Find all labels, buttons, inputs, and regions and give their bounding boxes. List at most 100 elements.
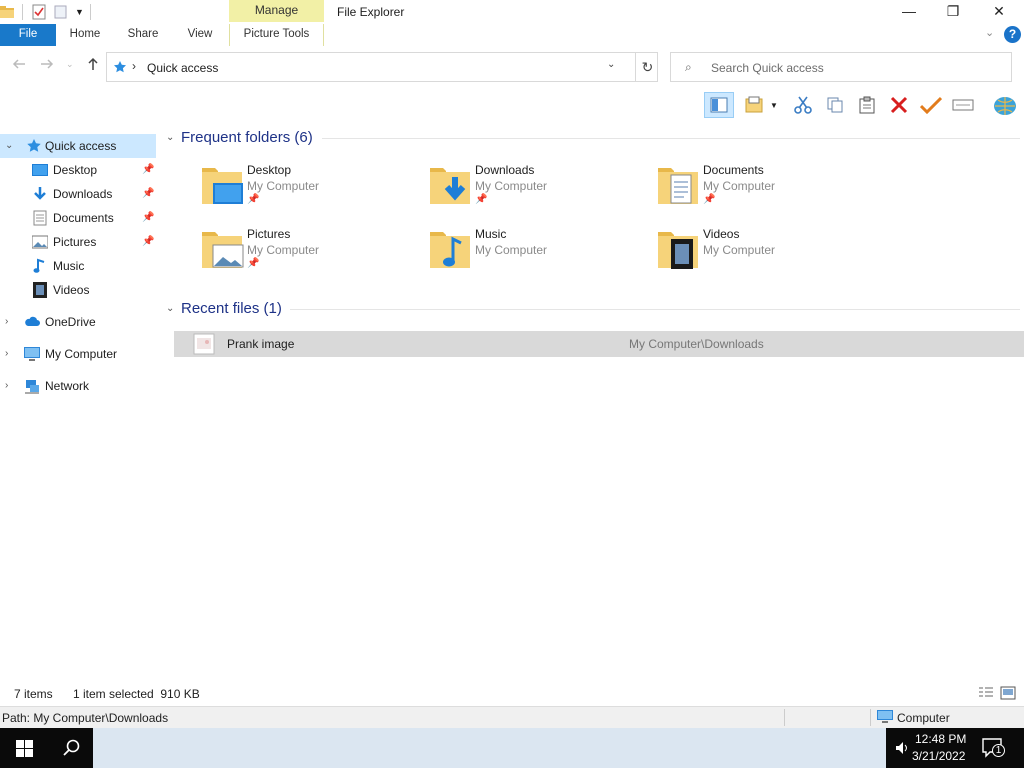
folder-location: My Computer [475, 243, 548, 257]
breadcrumb-separator[interactable]: › [132, 59, 136, 73]
tab-file[interactable]: File [0, 24, 56, 46]
copy-button[interactable] [822, 92, 848, 118]
sidebar-item-documents[interactable]: Documents 📌 [0, 206, 156, 230]
select-button[interactable] [918, 92, 944, 118]
folder-tile-music[interactable]: Music My Computer [429, 227, 629, 283]
recent-locations-dropdown[interactable]: ⌄ [66, 59, 74, 70]
folder-documents-icon [658, 168, 698, 204]
notification-center-button[interactable]: 1 [982, 738, 1005, 758]
folder-name: Pictures [247, 227, 291, 241]
quick-access-toolbar: ▼ [0, 2, 91, 22]
recent-files-heading[interactable]: Recent files (1) [181, 300, 282, 317]
sidebar-item-label: Downloads [53, 187, 113, 201]
system-tray: 12:48 PM 3/21/2022 1 [886, 728, 1024, 768]
tab-picture-tools[interactable]: Picture Tools [229, 24, 324, 46]
tab-view[interactable]: View [178, 24, 222, 46]
layout-dropdown-icon[interactable]: ▼ [768, 92, 780, 118]
tab-home[interactable]: Home [62, 24, 108, 46]
folder-icon[interactable] [0, 4, 16, 20]
new-folder-icon[interactable] [53, 4, 69, 20]
document-icon [33, 210, 47, 226]
computer-icon [877, 710, 893, 723]
cut-button[interactable] [790, 92, 816, 118]
delete-button[interactable] [886, 92, 912, 118]
folder-location: My Computer [247, 179, 320, 193]
volume-icon[interactable] [894, 740, 908, 756]
restore-button[interactable]: ❐ [930, 0, 976, 24]
star-icon [27, 139, 41, 152]
back-button[interactable] [12, 57, 26, 74]
selection-info: 1 item selected 910 KB [73, 687, 200, 701]
sidebar-item-videos[interactable]: Videos [0, 278, 156, 302]
taskbar-search-button[interactable] [48, 728, 93, 768]
clock-time[interactable]: 12:48 PM [915, 732, 966, 746]
search-input[interactable]: ⌕ Search Quick access [670, 52, 1012, 82]
windows-logo-icon [16, 740, 33, 757]
clipboard-icon [859, 96, 875, 114]
folder-tile-downloads[interactable]: Downloads My Computer 📌 [429, 163, 629, 219]
sidebar-item-quick-access[interactable]: ⌄ Quick access [0, 134, 156, 158]
folder-desktop-icon [202, 168, 243, 204]
folder-tile-videos[interactable]: Videos My Computer [657, 227, 857, 283]
sidebar-item-downloads[interactable]: Downloads 📌 [0, 182, 156, 206]
sidebar-item-music[interactable]: Music [0, 254, 156, 278]
folder-name: Documents [703, 163, 764, 177]
file-path: My Computer\Downloads [629, 337, 764, 351]
ribbon-tabs: File Home Share View Picture Tools ⌄ ? [0, 24, 1024, 46]
paste-button[interactable] [854, 92, 880, 118]
clock-date[interactable]: 3/21/2022 [912, 749, 965, 763]
help-icon[interactable]: ? [1004, 26, 1021, 43]
sidebar-item-desktop[interactable]: Desktop 📌 [0, 158, 156, 182]
chevron-right-icon[interactable]: › [5, 310, 8, 334]
close-button[interactable]: ✕ [976, 0, 1022, 24]
qat-dropdown-icon[interactable]: ▼ [75, 7, 84, 17]
collapse-recent-icon[interactable]: ⌄ [166, 303, 174, 314]
sidebar-item-my-computer[interactable]: › My Computer [0, 342, 156, 366]
checkmark-icon [920, 96, 942, 114]
frequent-folders-heading[interactable]: Frequent folders (6) [181, 129, 313, 146]
search-icon: ⌕ [685, 60, 692, 74]
delete-x-icon [890, 96, 908, 114]
address-bar[interactable]: › Quick access ⌄ ↻ [106, 52, 658, 82]
address-dropdown-icon[interactable]: ⌄ [607, 59, 615, 70]
sidebar-item-onedrive[interactable]: › OneDrive [0, 310, 156, 334]
command-toolbar: ▼ [700, 88, 1024, 120]
collapse-frequent-icon[interactable]: ⌄ [166, 132, 174, 143]
path-bar: Path: My Computer\Downloads Computer [0, 706, 1024, 728]
image-file-icon [193, 333, 215, 355]
folder-downloads-icon [430, 168, 470, 204]
globe-button[interactable] [990, 92, 1020, 118]
folder-tile-documents[interactable]: Documents My Computer 📌 [657, 163, 857, 219]
folder-name: Videos [703, 227, 740, 241]
folder-tile-desktop[interactable]: Desktop My Computer 📌 [201, 163, 401, 219]
sidebar-item-label: Desktop [53, 163, 98, 177]
folder-location: My Computer [703, 179, 776, 193]
list-item[interactable]: Prank image My Computer\Downloads [174, 331, 1024, 357]
forward-button[interactable] [40, 57, 54, 74]
sidebar-item-pictures[interactable]: Pictures 📌 [0, 230, 156, 254]
preview-pane-button[interactable] [704, 92, 734, 118]
minimize-button[interactable]: — [886, 0, 932, 24]
details-view-icon[interactable] [978, 686, 994, 700]
large-icons-view-icon[interactable] [1000, 686, 1016, 700]
folder-tile-pictures[interactable]: Pictures My Computer 📌 [201, 227, 401, 283]
refresh-button[interactable]: ↻ [635, 53, 659, 81]
properties-icon[interactable] [31, 4, 47, 20]
pin-icon: 📌 [703, 194, 716, 205]
folder-music-icon [430, 232, 470, 268]
expand-ribbon-icon[interactable]: ⌄ [985, 26, 994, 39]
search-placeholder: Search Quick access [711, 61, 824, 75]
sidebar-item-network[interactable]: › Network [0, 374, 156, 398]
chevron-down-icon[interactable]: ⌄ [5, 134, 13, 158]
up-button[interactable] [86, 57, 100, 74]
start-button[interactable] [0, 728, 48, 768]
rename-button[interactable] [950, 92, 976, 118]
chevron-right-icon[interactable]: › [5, 374, 8, 398]
copy-icon [827, 97, 843, 113]
layout-button[interactable] [742, 92, 768, 118]
manage-contextual-tab[interactable]: Manage [229, 0, 324, 22]
music-note-icon [33, 258, 45, 273]
tab-share[interactable]: Share [120, 24, 166, 46]
breadcrumb-quick-access[interactable]: Quick access [147, 61, 218, 75]
chevron-right-icon[interactable]: › [5, 342, 8, 366]
